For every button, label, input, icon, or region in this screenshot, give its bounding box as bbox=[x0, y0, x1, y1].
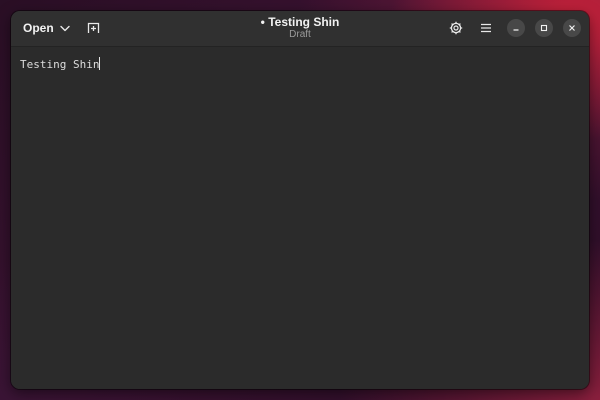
open-button-label: Open bbox=[23, 21, 54, 35]
editor-content: Testing Shin bbox=[20, 58, 100, 71]
main-menu-button[interactable] bbox=[474, 17, 498, 39]
gear-icon bbox=[449, 21, 463, 35]
open-button[interactable]: Open bbox=[16, 17, 77, 39]
chevron-down-icon bbox=[59, 25, 70, 32]
window-title: Testing Shin bbox=[268, 15, 340, 29]
window-subtitle: Draft bbox=[289, 29, 311, 40]
maximize-icon bbox=[540, 24, 548, 32]
minimize-icon bbox=[512, 24, 520, 32]
hamburger-menu-icon bbox=[480, 23, 492, 33]
headerbar: Open • Testing Shin Draft bbox=[11, 11, 589, 47]
close-button[interactable] bbox=[563, 19, 581, 37]
preferences-button[interactable] bbox=[444, 17, 468, 39]
text-cursor bbox=[99, 57, 101, 70]
close-icon bbox=[568, 24, 576, 32]
window-title-row: • Testing Shin bbox=[200, 15, 400, 29]
modified-indicator: • bbox=[260, 15, 265, 29]
new-tab-icon bbox=[87, 22, 100, 34]
new-tab-button[interactable] bbox=[81, 17, 105, 39]
text-editor-area[interactable]: Testing Shin bbox=[11, 47, 589, 389]
maximize-button[interactable] bbox=[535, 19, 553, 37]
text-editor-window: Open • Testing Shin Draft Testing Shin bbox=[11, 11, 589, 389]
minimize-button[interactable] bbox=[507, 19, 525, 37]
editor-text-line[interactable]: Testing Shin bbox=[20, 57, 101, 72]
window-title-block: • Testing Shin Draft bbox=[200, 15, 400, 41]
